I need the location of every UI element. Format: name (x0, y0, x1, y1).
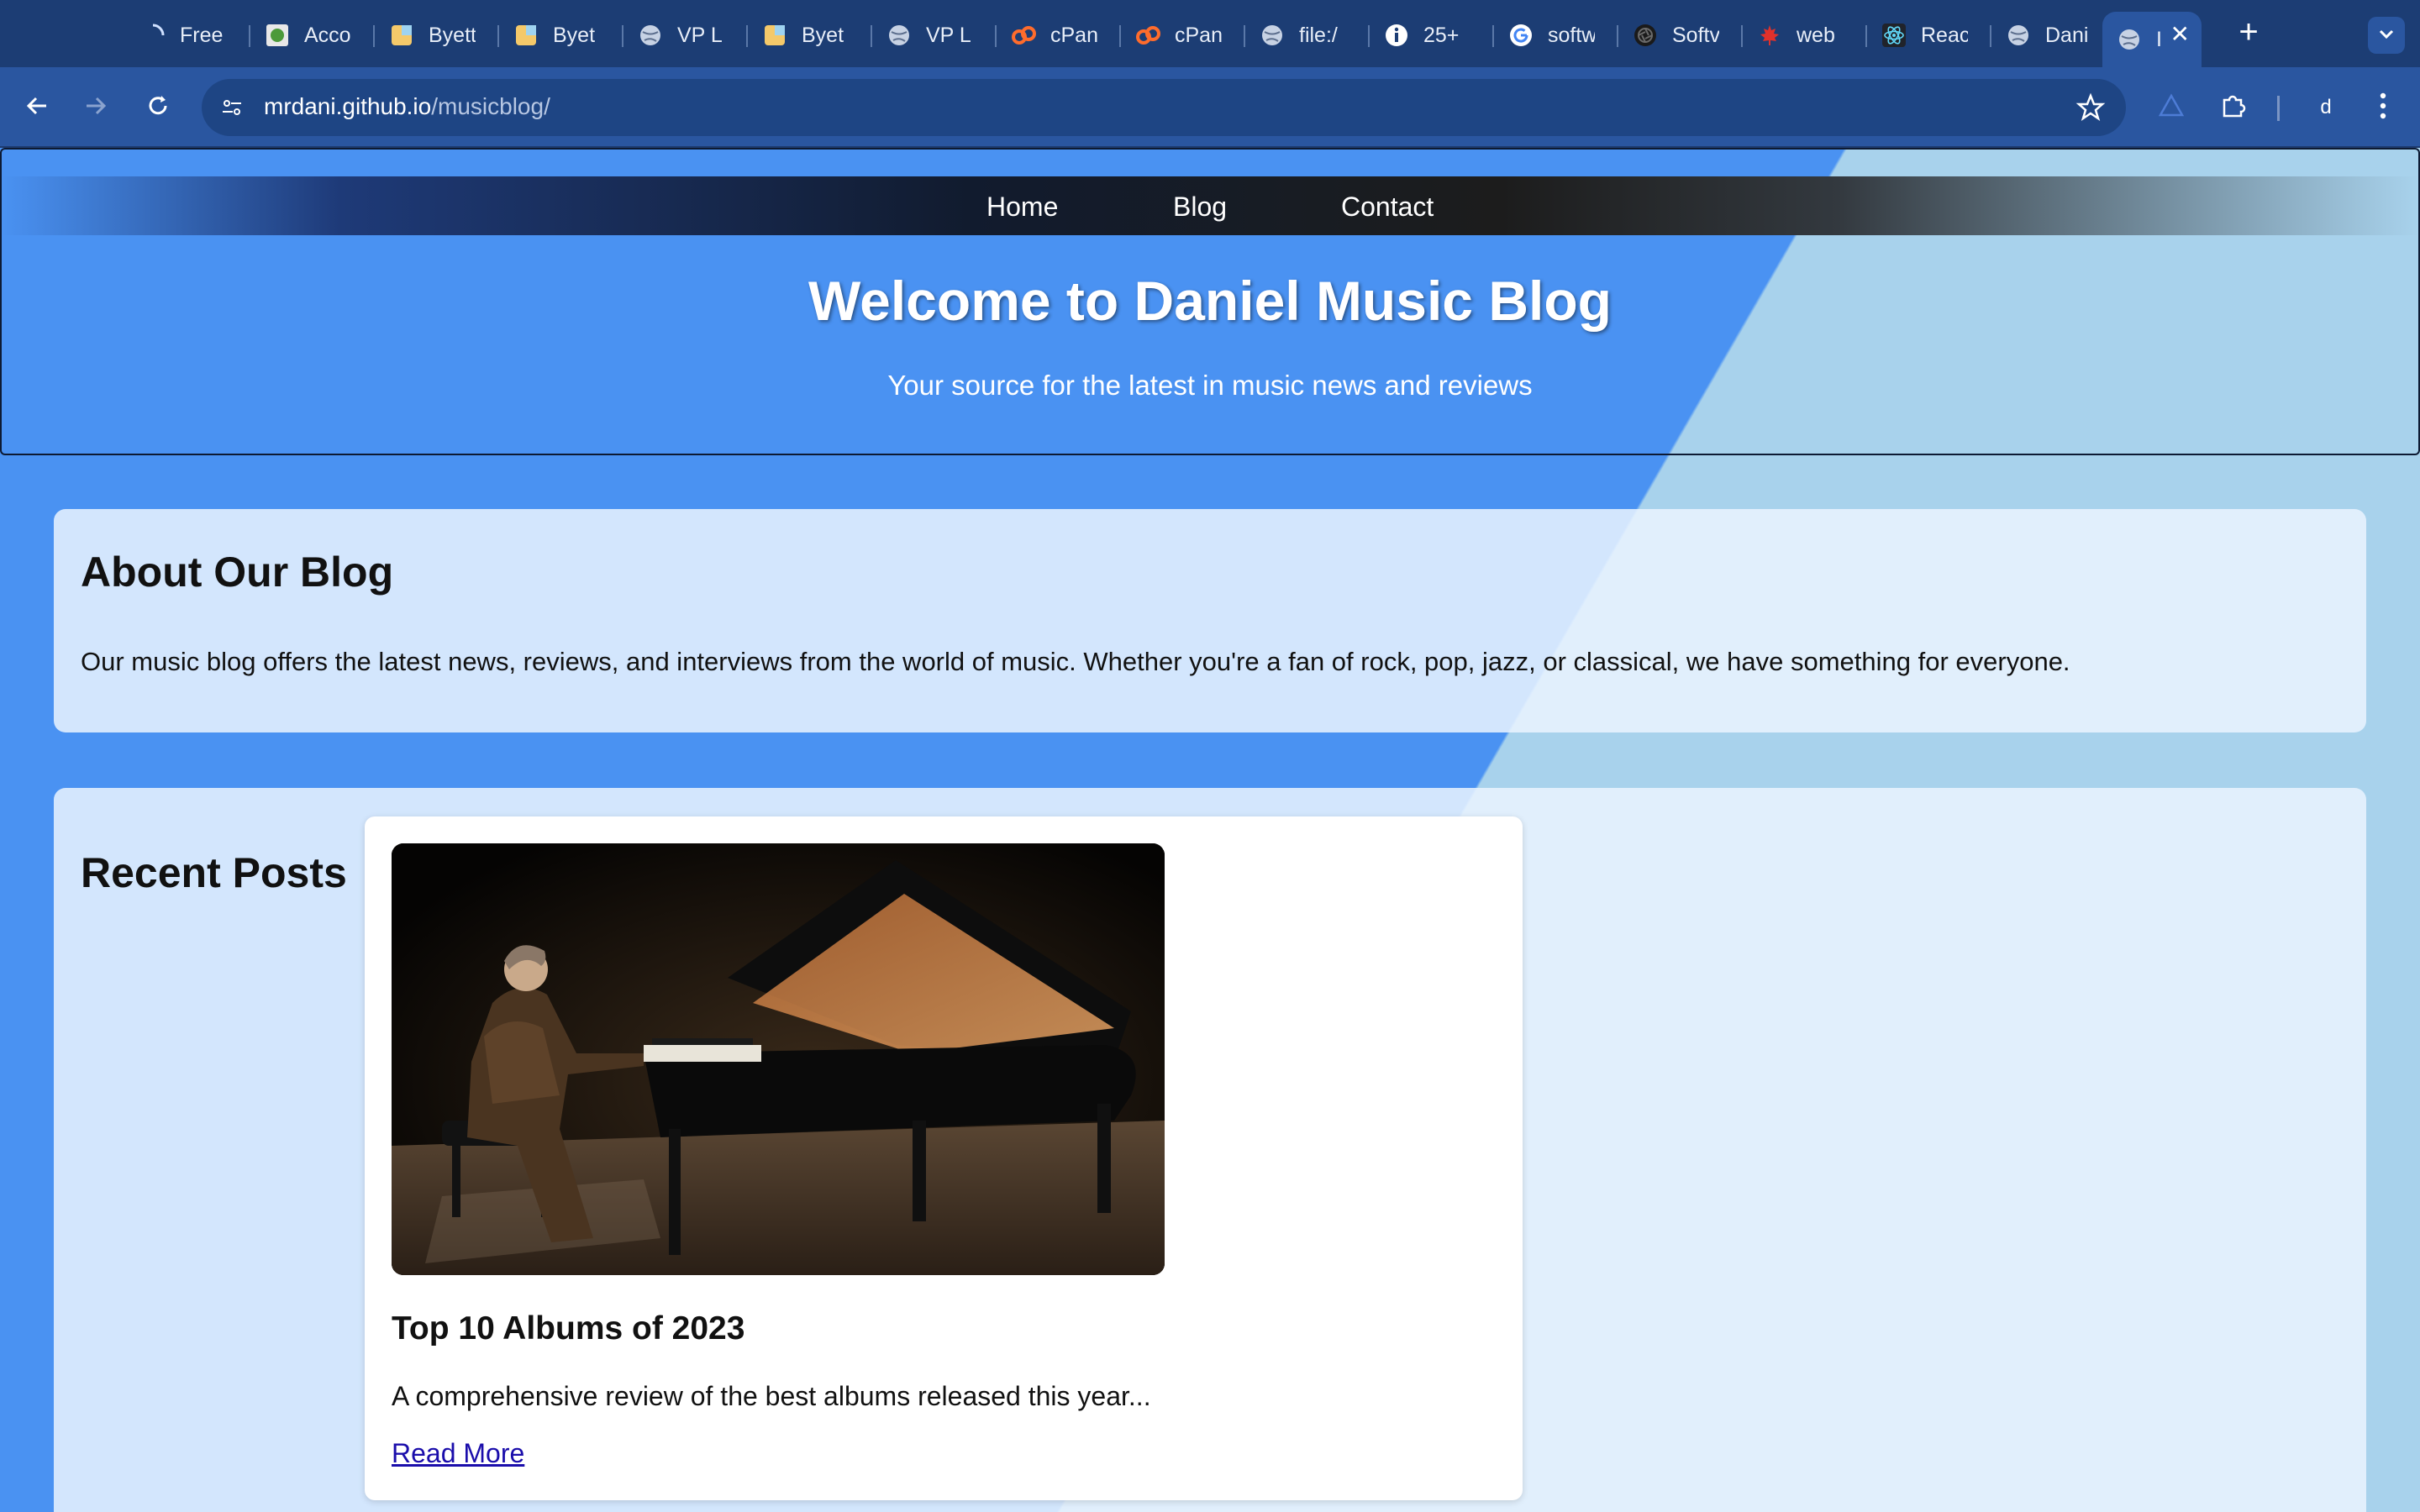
page-title: Welcome to Daniel Music Blog (808, 270, 1612, 332)
google-icon (1507, 22, 1534, 49)
tab-label: file:/ (1299, 23, 1338, 47)
nav-link-contact[interactable]: Contact (1341, 192, 1434, 223)
cpanel-icon (1010, 22, 1037, 49)
url-host: mrdani.github.io (264, 93, 432, 119)
byet-host-icon (388, 22, 415, 49)
profile-avatar[interactable]: d (2304, 86, 2348, 129)
loading-spinner-icon (139, 22, 166, 49)
about-heading: About Our Blog (81, 549, 394, 596)
recent-posts-heading: Recent Posts (81, 849, 347, 896)
globe-icon (2005, 22, 2032, 49)
tab-label: Byett (429, 23, 476, 47)
cpanel-icon (1134, 22, 1161, 49)
tab-label: 25+ (1423, 23, 1460, 47)
browser-tab[interactable]: VP L (872, 15, 997, 55)
post-card: Top 10 Albums of 2023 A comprehensive re… (365, 816, 1523, 1500)
arrow-left-icon (24, 92, 50, 123)
tab-label: web (1797, 23, 1835, 47)
browser-tab[interactable]: Free (126, 15, 250, 55)
tab-label: cPan (1050, 23, 1097, 47)
tab-label: cPan (1175, 23, 1222, 47)
browser-tab[interactable]: cPan (1121, 15, 1245, 55)
tab-label: Reac (1921, 23, 1968, 47)
globe-icon (637, 22, 664, 49)
globe-icon (1259, 22, 1286, 49)
tab-label: VP L (926, 23, 971, 47)
browser-tab[interactable]: VP L (623, 15, 748, 55)
byet-host-icon (513, 22, 539, 49)
browser-tab[interactable]: softw (1494, 15, 1618, 55)
reload-icon (145, 92, 171, 123)
browser-tab-strip: Free Acco Byett Byet VP L Byet VP L cPan… (0, 0, 2420, 67)
aperture-icon (1632, 22, 1659, 49)
info-icon (1383, 22, 1410, 49)
new-tab-button[interactable]: + (2230, 15, 2267, 52)
toolbar-divider (2277, 96, 2280, 121)
post-image (392, 843, 1165, 1275)
react-icon (1881, 22, 1907, 49)
post-excerpt: A comprehensive review of the best album… (392, 1381, 1151, 1411)
tab-label: softw (1548, 23, 1595, 47)
tab-label: VP L (677, 23, 723, 47)
byet-host-icon (761, 22, 788, 49)
read-more-link[interactable]: Read More (392, 1438, 524, 1469)
about-text: Our music blog offers the latest news, r… (81, 647, 2070, 676)
nav-link-home[interactable]: Home (986, 192, 1058, 223)
close-tab-icon[interactable]: ✕ (2170, 20, 2190, 48)
browser-tab[interactable]: Byet (748, 15, 872, 55)
browser-menu-button[interactable] (2363, 87, 2403, 128)
browser-tab[interactable]: web (1743, 15, 1867, 55)
tab-label: Byet (802, 23, 844, 47)
drive-extension-button[interactable] (2151, 87, 2191, 128)
green-leaf-icon (264, 22, 291, 49)
browser-tab[interactable]: 25+ (1370, 15, 1494, 55)
tab-search-button[interactable] (2368, 17, 2405, 54)
browser-tab[interactable]: cPan (997, 15, 1121, 55)
chevron-down-icon (2376, 24, 2396, 48)
browser-tab[interactable]: Acco (250, 15, 375, 55)
kebab-menu-icon (2378, 91, 2388, 125)
arrow-right-icon (82, 92, 109, 123)
globe-icon (886, 22, 913, 49)
tab-label: Acco (304, 23, 351, 47)
tab-label: Softv (1672, 23, 1719, 47)
extensions-button[interactable] (2213, 87, 2254, 128)
recent-posts-section: Recent Posts Top 10 Albums of 2023 A com… (54, 788, 2366, 1512)
reload-button[interactable] (138, 87, 178, 128)
bookmark-star-icon[interactable] (2075, 92, 2106, 127)
tab-label: Free (180, 23, 224, 47)
browser-tab-active[interactable]: I ✕ (2102, 12, 2202, 67)
page-viewport: Home Blog Contact Welcome to Daniel Musi… (0, 148, 2420, 1512)
browser-toolbar: mrdani.github.io/musicblog/ d (0, 67, 2420, 148)
about-section: About Our Blog Our music blog offers the… (54, 509, 2366, 732)
tab-label: I (2156, 27, 2162, 51)
browser-tab[interactable]: Softv (1618, 15, 1743, 55)
post-title: Top 10 Albums of 2023 (392, 1310, 745, 1347)
puzzle-piece-icon (2219, 92, 2248, 124)
browser-tab[interactable]: Byett (375, 15, 499, 55)
url-path: /musicblog/ (431, 93, 550, 119)
back-button[interactable] (17, 87, 57, 128)
browser-tab[interactable]: Byet (499, 15, 623, 55)
browser-tab[interactable]: file:/ (1245, 15, 1370, 55)
globe-icon (2116, 26, 2143, 53)
browser-tab[interactable]: Dani (1991, 15, 2116, 55)
tab-label: Byet (553, 23, 596, 47)
nav-link-blog[interactable]: Blog (1173, 192, 1227, 223)
site-settings-icon[interactable] (215, 91, 249, 124)
maple-leaf-icon (1756, 22, 1783, 49)
tab-label: Dani (2045, 23, 2089, 47)
triangle-icon (2157, 92, 2186, 124)
page-subtitle: Your source for the latest in music news… (887, 370, 1533, 401)
forward-button[interactable] (76, 87, 116, 128)
url-text: mrdani.github.io/musicblog/ (264, 93, 550, 120)
address-bar[interactable]: mrdani.github.io/musicblog/ (202, 79, 2126, 136)
site-nav: Home Blog Contact (2, 176, 2418, 235)
browser-tab[interactable]: Reac (1867, 15, 1991, 55)
site-header: Home Blog Contact Welcome to Daniel Musi… (0, 148, 2420, 455)
